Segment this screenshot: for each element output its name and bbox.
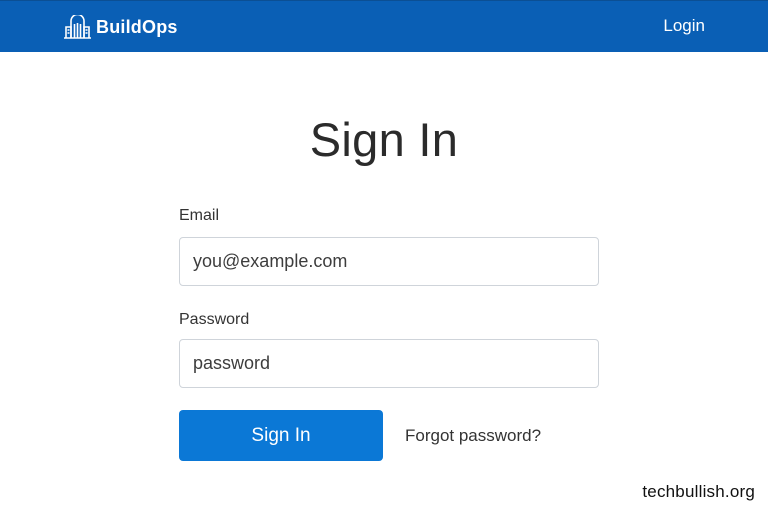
email-input[interactable] [179,237,599,286]
building-icon [64,15,91,39]
page-title: Sign In [309,113,459,166]
top-navbar: BuildOps Login [0,0,768,52]
email-label: Email [179,207,220,224]
nav-login-link[interactable]: Login [663,16,705,36]
password-input[interactable] [179,339,599,388]
forgot-password-link[interactable]: Forgot password? [405,426,541,446]
watermark-text: techbullish.org [642,482,755,501]
password-label: Password [179,311,250,328]
brand[interactable]: BuildOps [63,14,178,40]
sign-in-button[interactable]: Sign In [179,410,383,461]
brand-name: BuildOps [96,16,178,37]
